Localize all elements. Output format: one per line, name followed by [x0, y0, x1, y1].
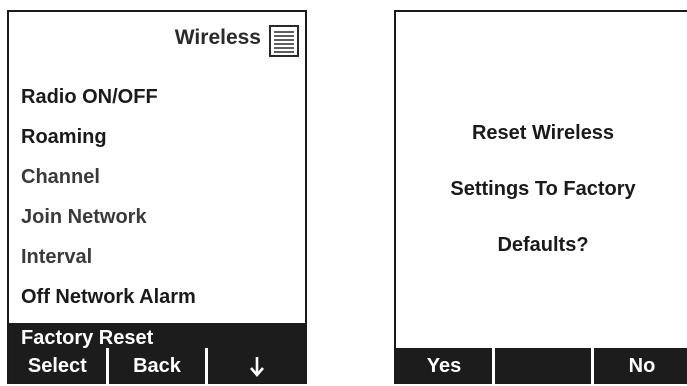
wireless-menu-screen: Wireless Radio ON/OFF Roaming Channel Jo… [7, 10, 307, 384]
factory-reset-confirm-screen: Reset Wireless Settings To Factory Defau… [394, 10, 687, 384]
softkey-bar: Yes No [396, 348, 687, 384]
arrow-down-icon [249, 357, 264, 377]
scroll-down-button[interactable] [208, 348, 306, 384]
select-button[interactable]: Select [9, 348, 109, 384]
page-title: Wireless [174, 26, 261, 49]
softkey-bar: Select Back [9, 348, 306, 384]
wireless-menu: Radio ON/OFF Roaming Channel Join Networ… [9, 77, 305, 353]
menu-item-radio-on-off[interactable]: Radio ON/OFF [9, 77, 305, 117]
menu-item-channel[interactable]: Channel [9, 157, 305, 197]
confirm-dialog: Reset Wireless Settings To Factory Defau… [396, 120, 687, 288]
menu-item-join-network[interactable]: Join Network [9, 197, 305, 237]
screen-header: Wireless [9, 12, 305, 68]
no-button[interactable]: No [594, 348, 687, 384]
menu-item-roaming[interactable]: Roaming [9, 117, 305, 157]
dialog-line-2: Settings To Factory [450, 178, 636, 200]
list-icon [269, 25, 299, 57]
menu-item-off-network-alarm[interactable]: Off Network Alarm [9, 277, 305, 317]
dialog-line-1: Reset Wireless [471, 122, 615, 144]
empty-softkey [495, 348, 594, 384]
menu-item-interval[interactable]: Interval [9, 237, 305, 277]
back-button[interactable]: Back [108, 348, 209, 384]
yes-button[interactable]: Yes [396, 348, 495, 384]
dialog-line-3: Defaults? [497, 234, 589, 256]
